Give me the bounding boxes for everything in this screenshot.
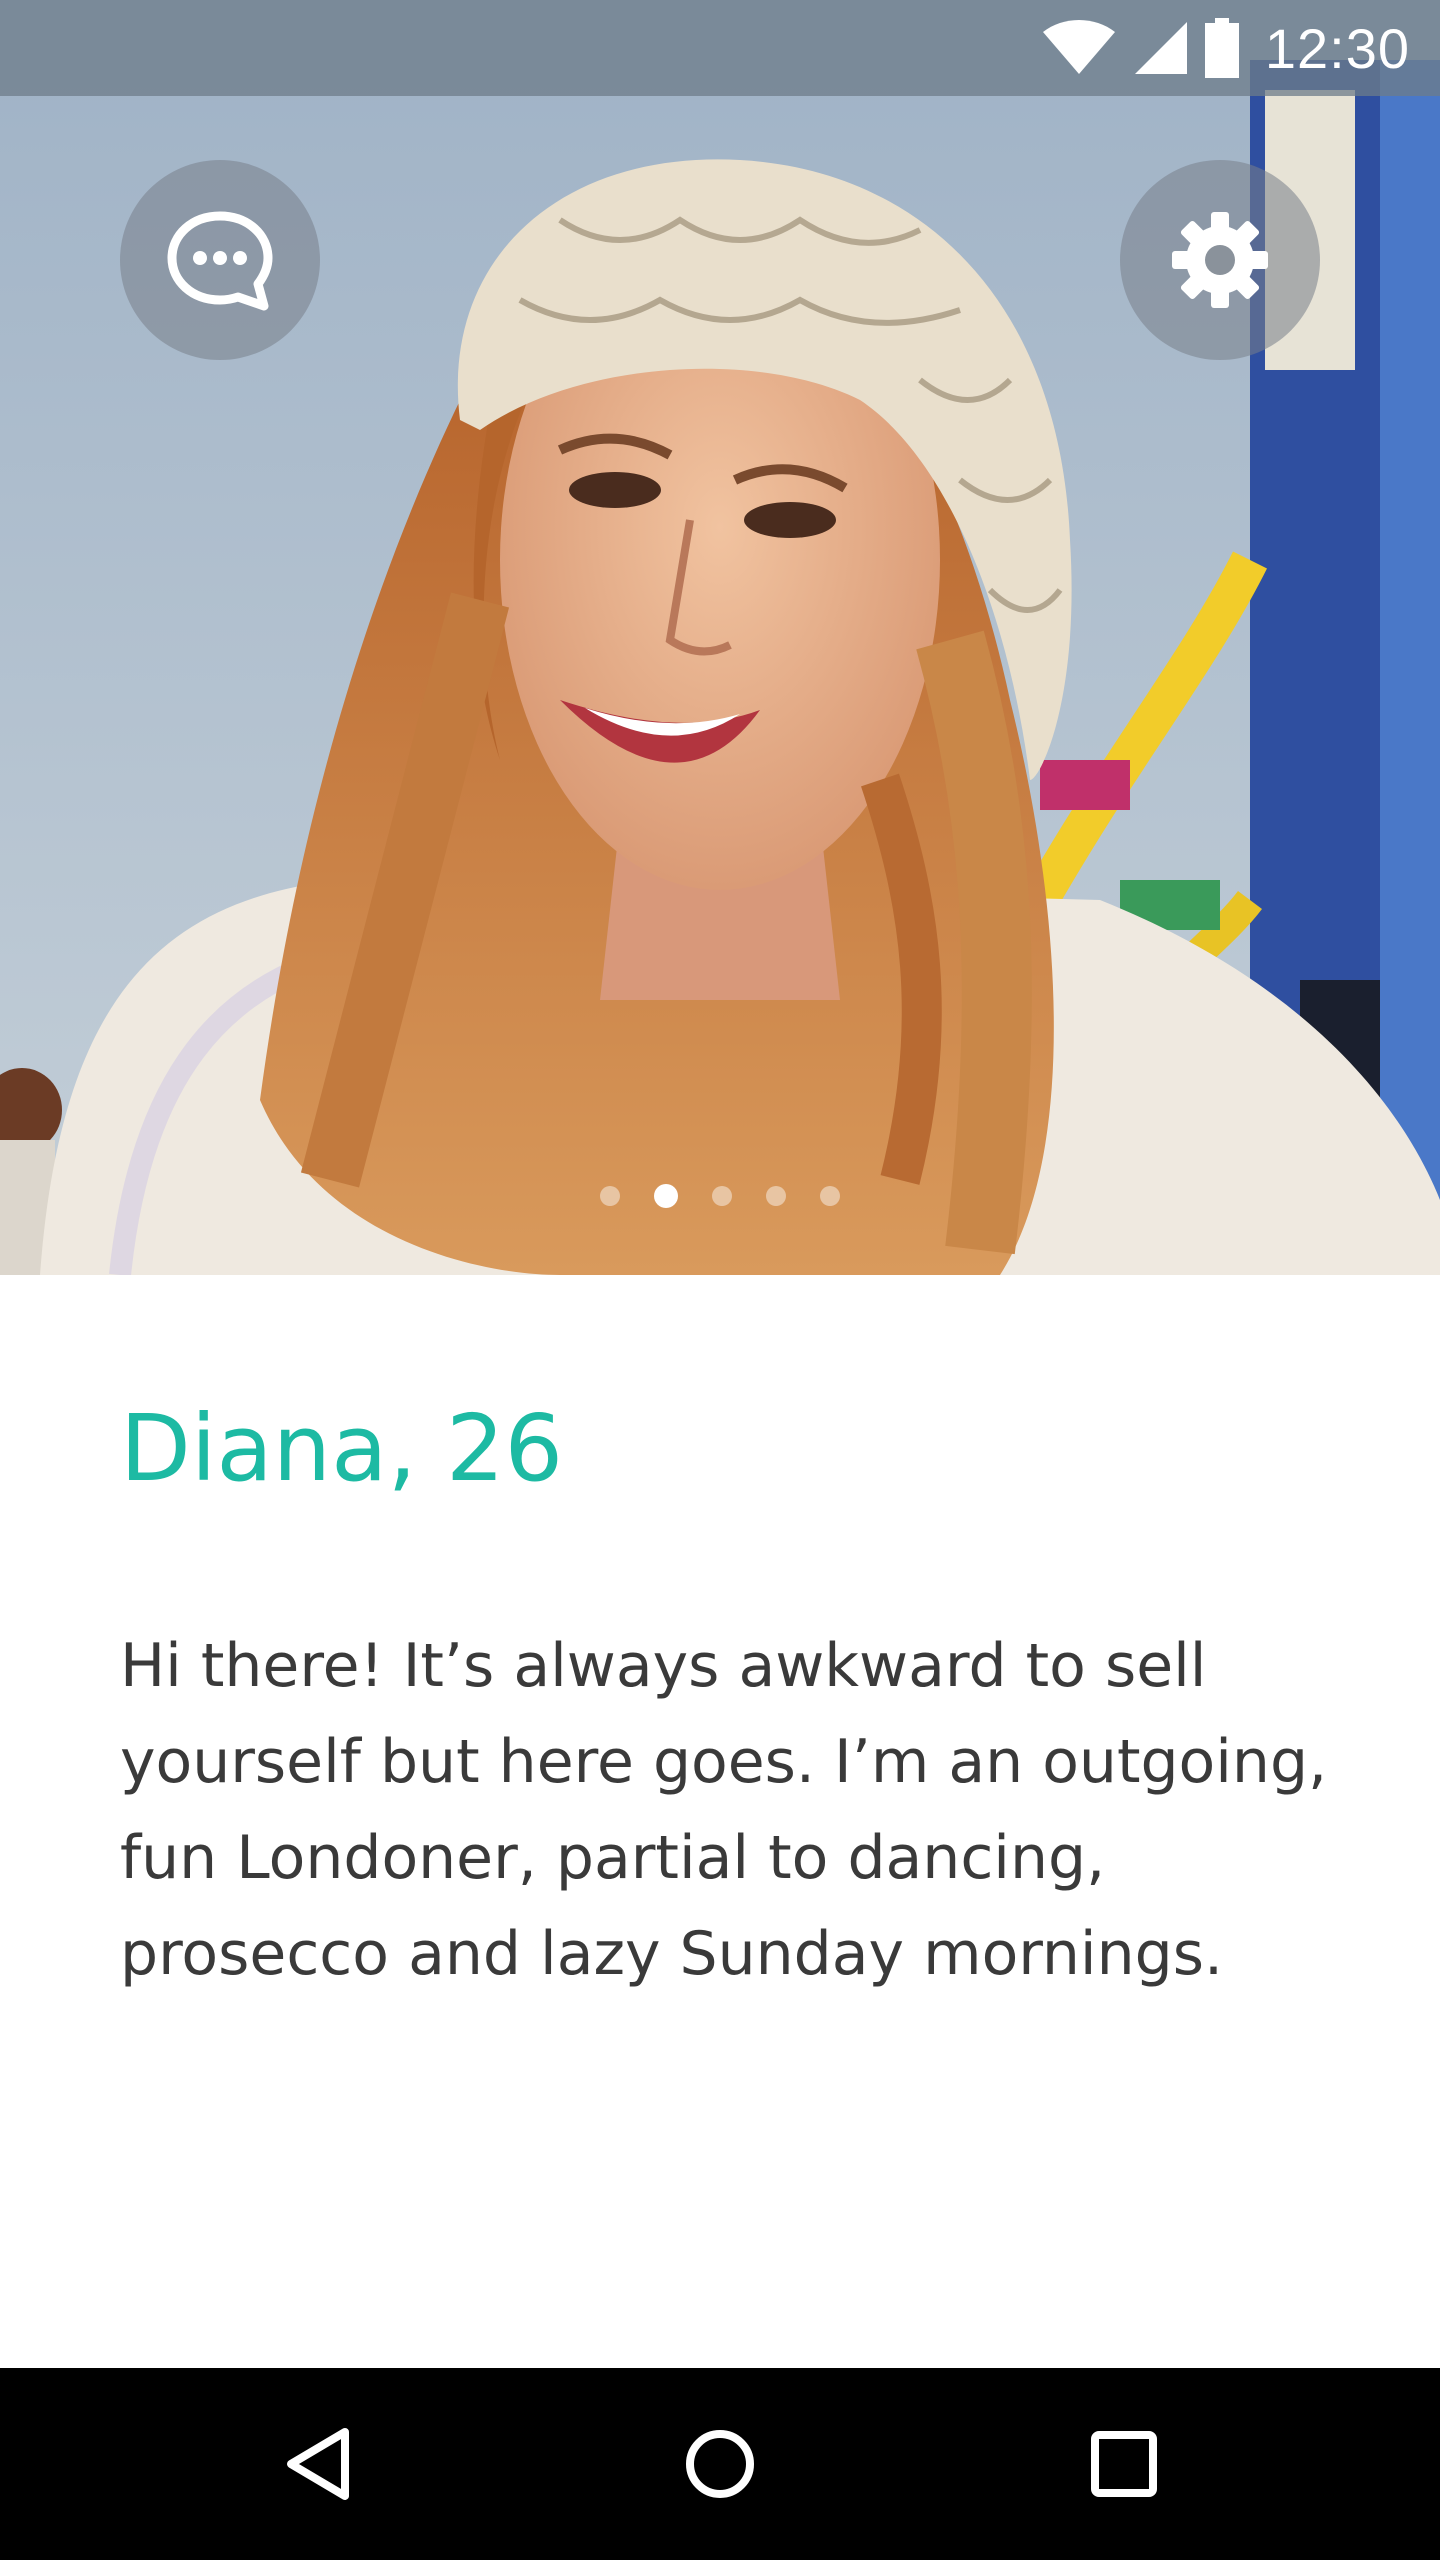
page-dot[interactable]: [600, 1186, 620, 1206]
settings-button[interactable]: [1120, 160, 1320, 360]
photo-page-indicator: [0, 1184, 1440, 1210]
system-nav-bar: [0, 2368, 1440, 2560]
back-icon: [287, 2428, 349, 2500]
recents-icon: [1091, 2431, 1157, 2497]
bio-line: prosecco and lazy Sunday mornings.: [120, 1919, 1224, 1989]
bio-line: yourself but here goes. I’m an outgoing,: [120, 1727, 1328, 1797]
home-button[interactable]: [660, 2404, 780, 2524]
cell-signal-icon: [1134, 22, 1187, 74]
page-dot-active[interactable]: [654, 1184, 678, 1208]
bio-line: Hi there! It’s always awkward to sell: [120, 1631, 1207, 1701]
page-dot[interactable]: [766, 1186, 786, 1206]
status-bar: 12:30: [0, 0, 1440, 96]
chat-button[interactable]: [120, 160, 320, 360]
page-dot[interactable]: [712, 1186, 732, 1206]
profile-name-age: Diana, 26: [120, 1395, 564, 1502]
recents-button[interactable]: [1064, 2404, 1184, 2524]
status-time: 12:30: [1264, 16, 1410, 80]
chat-bubble-icon: [167, 211, 273, 311]
profile-photo[interactable]: 12:30: [0, 0, 1440, 1275]
home-icon: [686, 2430, 754, 2498]
battery-icon: [1204, 18, 1239, 78]
profile-screen: 12:30 Diana, 26 Hi there! It’s always aw…: [0, 0, 1440, 2560]
back-button[interactable]: [258, 2404, 378, 2524]
wifi-icon: [1042, 20, 1115, 74]
bio-line: fun Londoner, partial to dancing,: [120, 1823, 1106, 1893]
profile-bio: Hi there! It’s always awkward to sell yo…: [120, 1618, 1340, 2002]
gear-icon: [1172, 212, 1268, 308]
page-dot[interactable]: [820, 1186, 840, 1206]
